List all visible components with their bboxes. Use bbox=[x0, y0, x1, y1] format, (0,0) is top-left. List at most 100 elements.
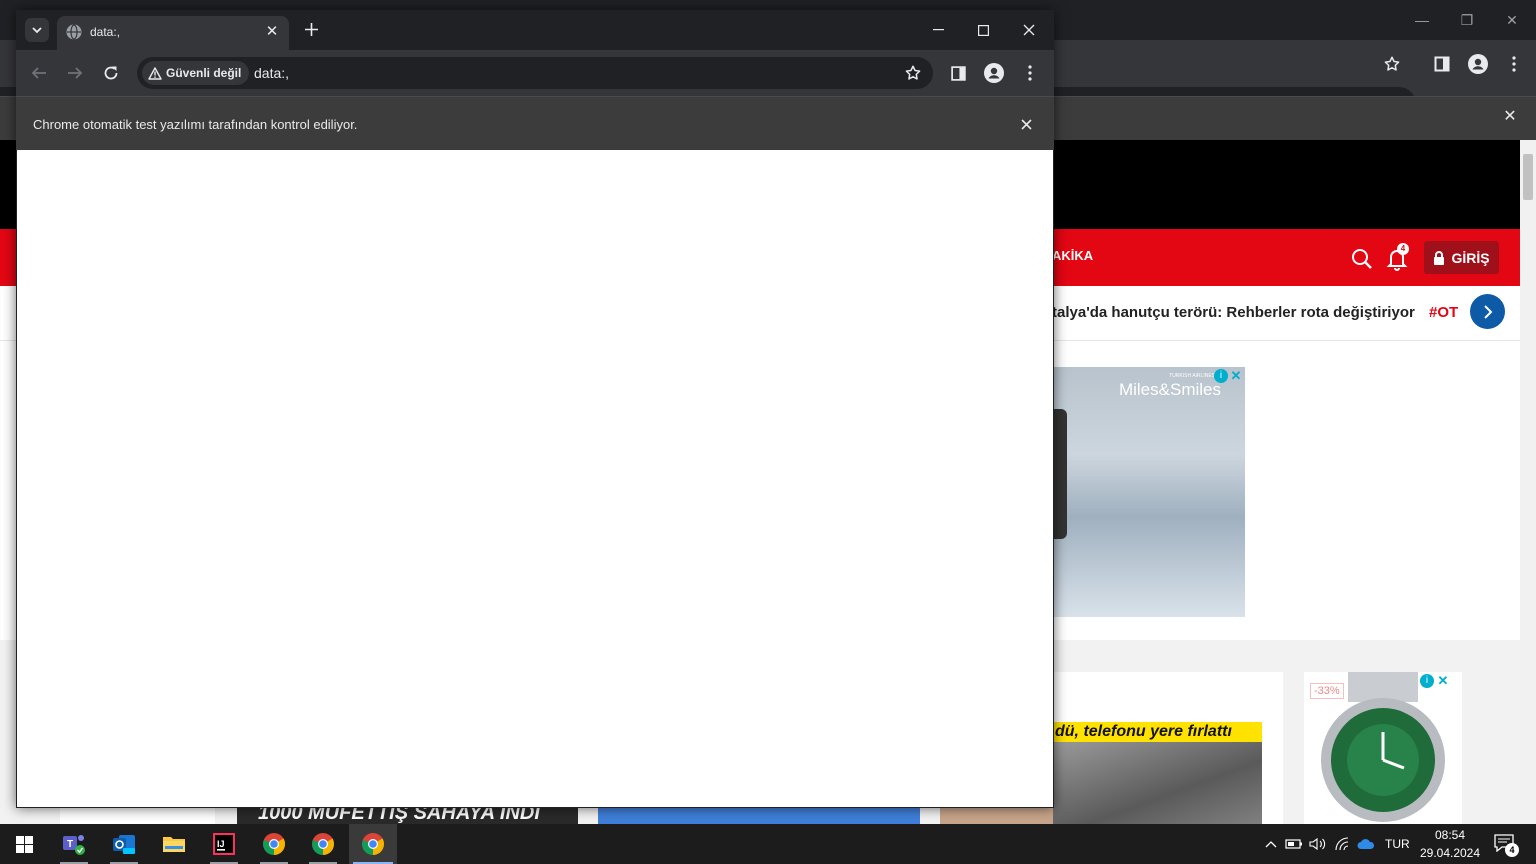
input-language[interactable]: TUR bbox=[1385, 837, 1410, 851]
tabstrip: data:, ✕ bbox=[16, 10, 1054, 50]
minimize-icon bbox=[932, 29, 944, 31]
news-headline[interactable]: dü, telefonu yere fırlattı bbox=[1053, 722, 1262, 742]
chrome-icon bbox=[312, 833, 334, 855]
page-scroll-thumb[interactable] bbox=[1523, 154, 1533, 200]
warning-icon bbox=[148, 66, 162, 80]
taskbar-teams[interactable]: T bbox=[50, 824, 98, 864]
onedrive-icon[interactable] bbox=[1357, 836, 1375, 852]
toolbar: Güvenli değil data:, bbox=[16, 50, 1054, 96]
security-label: Güvenli değil bbox=[166, 66, 242, 80]
tray-overflow-chevron-icon[interactable] bbox=[1262, 836, 1280, 852]
ad-info-icon[interactable]: i bbox=[1420, 674, 1434, 688]
new-tab-button[interactable] bbox=[300, 19, 322, 41]
globe-icon bbox=[66, 24, 82, 40]
taskbar-chrome-active[interactable] bbox=[349, 824, 397, 864]
site-search-icon[interactable] bbox=[1350, 247, 1374, 271]
url-text[interactable]: data:, bbox=[254, 65, 289, 81]
page-content-blank[interactable] bbox=[17, 150, 1053, 807]
volume-icon[interactable] bbox=[1309, 836, 1327, 852]
taskbar-chrome[interactable] bbox=[299, 824, 347, 864]
profile-icon bbox=[984, 63, 1004, 83]
background-profile-icon[interactable] bbox=[1466, 52, 1490, 76]
taskbar-intellij[interactable]: IJ bbox=[200, 824, 248, 864]
chrome-icon bbox=[263, 833, 285, 855]
menu-button[interactable] bbox=[1018, 61, 1042, 85]
tab-close-icon[interactable]: ✕ bbox=[263, 23, 281, 41]
site-login-button[interactable]: GİRİŞ bbox=[1424, 241, 1499, 274]
news-photo[interactable] bbox=[1053, 742, 1262, 824]
security-chip[interactable]: Güvenli değil bbox=[142, 61, 250, 85]
chrome-window: data:, ✕ Güvenli değil data:, Chrome oto… bbox=[16, 10, 1054, 808]
background-side-panel-icon[interactable] bbox=[1430, 52, 1454, 76]
outlook-icon bbox=[113, 835, 135, 854]
page-scrollbar[interactable] bbox=[1520, 140, 1536, 824]
folder-icon bbox=[163, 837, 185, 852]
desktop-screen: — ❐ ✕ ✕ AKİKA 4 GİRİŞ talya'da hanutçu t… bbox=[0, 0, 1536, 864]
ad-brand-title: Miles&Smiles bbox=[1118, 380, 1221, 399]
address-bar[interactable]: Güvenli değil data:, bbox=[137, 57, 933, 89]
arrow-right-icon bbox=[68, 67, 83, 79]
ad-card-graphic bbox=[1053, 409, 1067, 539]
maximize-button[interactable] bbox=[968, 18, 998, 42]
tab-title: data:, bbox=[90, 25, 121, 39]
intellij-icon: IJ bbox=[213, 833, 235, 855]
tab-active[interactable]: data:, ✕ bbox=[57, 16, 289, 50]
chevron-down-icon bbox=[32, 26, 42, 33]
teams-icon: T bbox=[63, 835, 85, 855]
ticker-next-button[interactable] bbox=[1470, 294, 1505, 329]
taskbar-chrome[interactable] bbox=[250, 824, 298, 864]
battery-icon[interactable] bbox=[1285, 836, 1303, 852]
start-button[interactable] bbox=[0, 824, 48, 864]
nav-item-label[interactable]: AKİKA bbox=[1052, 248, 1093, 263]
ad-banner-airline[interactable]: TURKISH AIRLINES Miles&Smiles i ✕ bbox=[1053, 367, 1245, 617]
ad-brand-small: TURKISH AIRLINES bbox=[1169, 373, 1215, 379]
background-restore-button[interactable]: ❐ bbox=[1452, 8, 1482, 32]
notification-count-badge: 4 bbox=[1505, 843, 1519, 857]
windows-taskbar: T IJ TUR 08:54 29.04.2024 4 bbox=[0, 824, 1536, 864]
background-close-button[interactable]: ✕ bbox=[1497, 8, 1527, 32]
infobar-close-button[interactable] bbox=[1016, 114, 1036, 134]
background-menu-icon[interactable] bbox=[1502, 52, 1526, 76]
bookmark-button[interactable] bbox=[902, 62, 924, 84]
arrow-left-icon bbox=[31, 67, 46, 79]
plus-icon bbox=[304, 23, 318, 36]
ad-close-icon[interactable]: ✕ bbox=[1436, 674, 1450, 688]
chrome-icon bbox=[362, 833, 384, 855]
close-icon bbox=[1023, 24, 1035, 36]
discount-badge: -33% bbox=[1310, 683, 1344, 699]
automation-infobar: Chrome otomatik test yazılımı tarafından… bbox=[16, 96, 1054, 150]
tab-search-button[interactable] bbox=[25, 18, 49, 42]
profile-button[interactable] bbox=[982, 61, 1006, 85]
side-panel-icon bbox=[950, 65, 966, 81]
kebab-menu-icon bbox=[1028, 65, 1032, 81]
background-minimize-button[interactable]: — bbox=[1407, 8, 1437, 32]
side-panel-button[interactable] bbox=[946, 61, 970, 85]
ad-close-icon[interactable]: ✕ bbox=[1229, 369, 1243, 383]
lock-icon bbox=[1434, 250, 1445, 265]
clock-date[interactable]: 29.04.2024 bbox=[1416, 846, 1484, 860]
wifi-icon[interactable] bbox=[1334, 836, 1352, 852]
ad-info-icon[interactable]: i bbox=[1214, 369, 1228, 383]
reload-button[interactable] bbox=[99, 61, 123, 85]
back-button[interactable] bbox=[27, 61, 51, 85]
background-star-icon[interactable] bbox=[1380, 52, 1404, 76]
close-button[interactable] bbox=[1014, 18, 1044, 42]
minimize-button[interactable] bbox=[923, 18, 953, 42]
site-login-label: GİRİŞ bbox=[1451, 249, 1490, 266]
windows-logo-icon bbox=[15, 835, 33, 853]
svg-text:T: T bbox=[67, 839, 73, 850]
reload-icon bbox=[104, 66, 118, 80]
star-icon bbox=[905, 65, 921, 80]
taskbar-file-explorer[interactable] bbox=[150, 824, 198, 864]
maximize-icon bbox=[977, 24, 989, 36]
chevron-right-icon bbox=[1483, 304, 1492, 319]
taskbar-outlook[interactable] bbox=[100, 824, 148, 864]
infobar-message: Chrome otomatik test yazılımı tarafından… bbox=[33, 117, 358, 132]
ticker-tag[interactable]: #OT bbox=[1429, 304, 1458, 321]
background-infobar-close-icon[interactable]: ✕ bbox=[1500, 107, 1520, 127]
clock-time[interactable]: 08:54 bbox=[1420, 828, 1480, 842]
forward-button[interactable] bbox=[63, 61, 87, 85]
close-icon bbox=[1020, 118, 1032, 130]
ticker-headline[interactable]: talya'da hanutçu terörü: Rehberler rota … bbox=[1052, 304, 1415, 321]
svg-text:IJ: IJ bbox=[217, 839, 225, 849]
